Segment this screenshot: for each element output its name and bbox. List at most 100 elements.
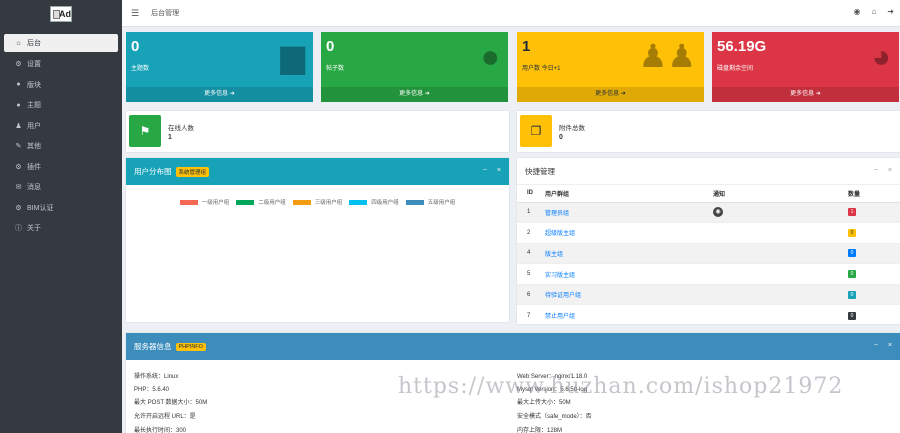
quick-manage-panel: 快捷管理 − × ID 用户群组 通知 数量 1 管理员组 ◉ 1 2 超级版主组 0 4 版主…: [517, 158, 900, 324]
info-icon: ⓘ: [15, 225, 22, 233]
sidebar-item-label: 消息: [27, 184, 41, 192]
server-info-row: 最大 POST 数据大小：50M: [134, 400, 208, 406]
legend-label: 五级用户组: [427, 200, 456, 206]
sidebar-item-9[interactable]: ⓘ 关于: [4, 218, 118, 239]
sidebar-item-label: 设置: [27, 61, 41, 69]
group-id: 5: [517, 263, 535, 285]
stat-label: 磁盘剩余空间: [717, 66, 754, 72]
user-distribution-panel: 用户分布图 系统管理组 − × 一级用户组 二级用户组 三级用户组 四级用户组 五级用户…: [126, 158, 509, 322]
server-info-row: 安全模式（safe_mode）：否: [517, 414, 592, 420]
bullhorn-icon: ✉: [15, 184, 22, 192]
hamburger-menu-icon[interactable]: ☰: [131, 8, 139, 19]
server-info-row: 允许开启远程 URL：是: [134, 414, 196, 420]
logo[interactable]: Ad: [0, 0, 122, 28]
more-info-link[interactable]: 更多信息 ➜: [712, 87, 899, 102]
table-row: 5 实习版主组 0: [517, 263, 900, 285]
users-cog-icon: ⚙: [15, 204, 22, 212]
group-link[interactable]: 待验证用户组: [545, 293, 581, 299]
sidebar-menu: ⌂ 后台 ⚙ 设置 ● 版块 ● 主题 ♟ 用户 ✎ 其他 ⚙ 插件 ✉ 消息 ⚙ BIM认证 ⓘ 关于: [0, 34, 122, 239]
legend-swatch: [292, 199, 311, 205]
legend-item[interactable]: 二级用户组: [236, 198, 286, 206]
breadcrumb[interactable]: 后台管理: [151, 8, 179, 18]
sidebar-item-label: 版块: [27, 81, 41, 89]
stat-value: 0: [326, 38, 335, 55]
sidebar-item-1[interactable]: ⚙ 设置: [4, 54, 118, 75]
sidebar-item-2[interactable]: ● 版块: [4, 75, 118, 96]
panel-badge: 系统管理组: [175, 166, 210, 177]
table-row: 6 待验证用户组 0: [517, 283, 900, 305]
home-icon[interactable]: ⌂: [871, 7, 876, 16]
sidebar-item-3[interactable]: ● 主题: [4, 95, 118, 116]
table-row: 2 超级版主组 0: [517, 222, 900, 244]
gear-icon: ⚙: [15, 61, 22, 69]
stat-card-2: 1 用户数 今日+1 ♟♟ 更多信息 ➜: [517, 32, 704, 102]
server-info-row: 最长执行时间：300: [134, 428, 187, 433]
sidebar-item-8[interactable]: ⚙ BIM认证: [4, 198, 118, 219]
legend-label: 一级用户组: [201, 200, 230, 206]
group-id: 7: [517, 304, 535, 324]
wrench-icon: ✎: [15, 143, 22, 151]
sidebar-item-label: BIM认证: [27, 204, 54, 212]
close-icon[interactable]: ×: [888, 167, 892, 174]
sidebar-item-label: 插件: [27, 163, 41, 171]
group-id: 6: [517, 283, 535, 305]
sidebar-item-4[interactable]: ♟ 用户: [4, 116, 118, 137]
stat-label: 主题数: [131, 66, 150, 72]
panel-title: 快捷管理: [525, 166, 555, 176]
legend-swatch: [405, 199, 424, 205]
close-icon[interactable]: ×: [497, 167, 501, 174]
table-row: 4 版主组 0: [517, 242, 900, 264]
col-id: ID: [517, 185, 535, 203]
stat-card-1: 0 帖子数 ● 更多信息 ➜: [321, 32, 508, 102]
server-info-row: 内存上限：128M: [517, 428, 563, 433]
stat-cards: 0 主题数 ▆ 更多信息 ➜ 0 帖子数 ● 更多信息 ➜ 1 用户数 今日+1 ♟♟ 更多信息 ➜ 5…: [126, 32, 900, 102]
group-link[interactable]: 超级版主组: [545, 231, 575, 237]
cogs-icon: ⚙: [15, 163, 22, 171]
user-distribution-header: 用户分布图 系统管理组 − ×: [126, 158, 509, 185]
count-badge: 0: [848, 228, 856, 237]
sidebar-item-5[interactable]: ✎ 其他: [4, 136, 118, 157]
stat-value: 1: [522, 38, 531, 55]
stat-label: 用户数 今日+1: [522, 66, 561, 72]
comment-icon: ▆: [280, 38, 305, 74]
sidebar-item-7[interactable]: ✉ 消息: [4, 177, 118, 198]
logout-icon[interactable]: ➜: [887, 7, 894, 16]
close-icon[interactable]: ×: [888, 342, 892, 349]
top-navbar: ☰ 后台管理 ◉ ⌂ ➜: [122, 0, 900, 27]
sidebar-item-6[interactable]: ⚙ 插件: [4, 157, 118, 178]
comment-icon: ●: [16, 101, 21, 109]
more-info-link[interactable]: 更多信息 ➜: [321, 87, 508, 102]
legend-item[interactable]: 三级用户组: [292, 198, 343, 206]
sidebar-item-label: 后台: [27, 40, 41, 47]
stat-card-3: 56.19G 磁盘剩余空间 ◕ 更多信息 ➜: [712, 32, 899, 102]
collapse-icon[interactable]: −: [874, 342, 878, 349]
group-id: 4: [517, 242, 535, 264]
collapse-icon[interactable]: −: [483, 167, 487, 174]
group-id: 1: [517, 201, 535, 223]
github-icon[interactable]: ◉: [713, 207, 723, 218]
sidebar-item-0[interactable]: ⌂ 后台: [4, 34, 118, 52]
group-link[interactable]: 管理员组: [545, 211, 569, 217]
attachments-box: ❐ 附件总数 0: [517, 111, 900, 152]
user-group-table: ID 用户群组 通知 数量 1 管理员组 ◉ 1 2 超级版主组 0 4 版主组 0 5 实习版主组 0…: [517, 185, 900, 324]
user-icon: ♟: [15, 122, 22, 130]
panel-title: 用户分布图: [134, 167, 172, 176]
server-info-header: 服务器信息 PHPINFO − ×: [126, 333, 900, 360]
group-link[interactable]: 实习版主组: [545, 273, 575, 279]
legend-item[interactable]: 四级用户组: [349, 198, 399, 206]
legend-label: 三级用户组: [314, 200, 343, 206]
group-link[interactable]: 版主组: [545, 252, 563, 258]
online-users-value: 1: [168, 134, 172, 141]
more-info-link[interactable]: 更多信息 ➜: [517, 87, 704, 102]
legend-item[interactable]: 一级用户组: [179, 198, 230, 206]
col-notice: 通知: [703, 185, 838, 203]
group-link[interactable]: 禁止用户组: [545, 314, 575, 320]
server-info-row: PHP：5.6.40: [134, 387, 170, 393]
legend-swatch: [236, 199, 255, 205]
collapse-icon[interactable]: −: [874, 167, 878, 174]
legend-item[interactable]: 五级用户组: [405, 198, 456, 206]
users-icon: ♟♟: [638, 38, 696, 74]
more-info-link[interactable]: 更多信息 ➜: [126, 87, 313, 102]
github-icon[interactable]: ◉: [853, 7, 860, 16]
count-badge: 0: [848, 249, 856, 258]
